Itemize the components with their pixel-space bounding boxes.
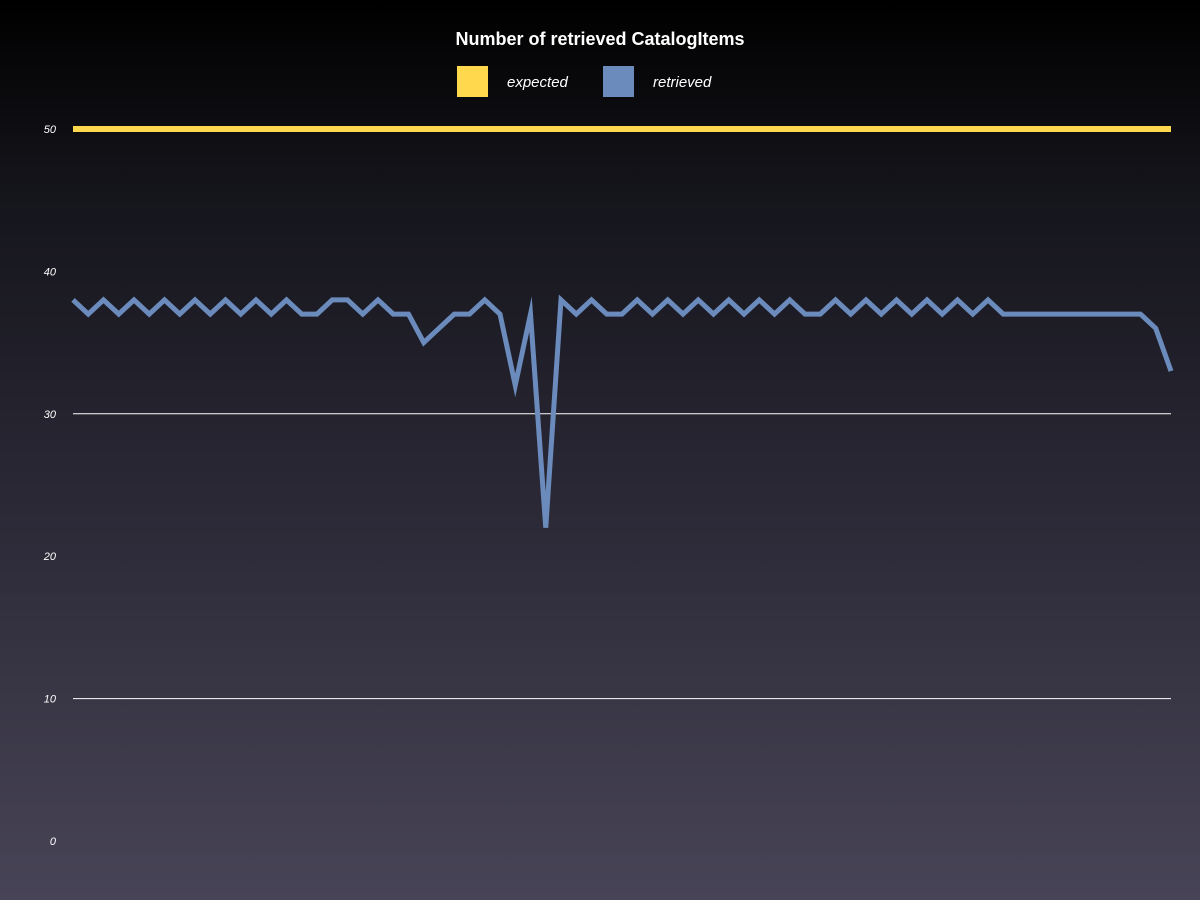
y-tick-label: 40 [44, 266, 57, 278]
line-chart: expected retrieved 0 10 20 30 40 50 [43, 66, 1174, 848]
legend-label-retrieved: retrieved [653, 74, 712, 91]
y-tick-label: 30 [44, 409, 57, 421]
y-tick-label: 10 [44, 694, 57, 706]
legend-swatch-expected [457, 66, 488, 97]
y-tick-label: 0 [50, 836, 57, 848]
legend: expected retrieved [457, 66, 712, 97]
gridlines [73, 413, 1171, 700]
y-tick-label: 20 [43, 551, 57, 563]
series-lines [71, 126, 1174, 528]
y-axis-ticks: 0 10 20 30 40 50 [43, 124, 57, 848]
legend-swatch-retrieved [603, 66, 634, 97]
legend-label-expected: expected [507, 74, 569, 91]
y-tick-label: 50 [44, 124, 57, 136]
